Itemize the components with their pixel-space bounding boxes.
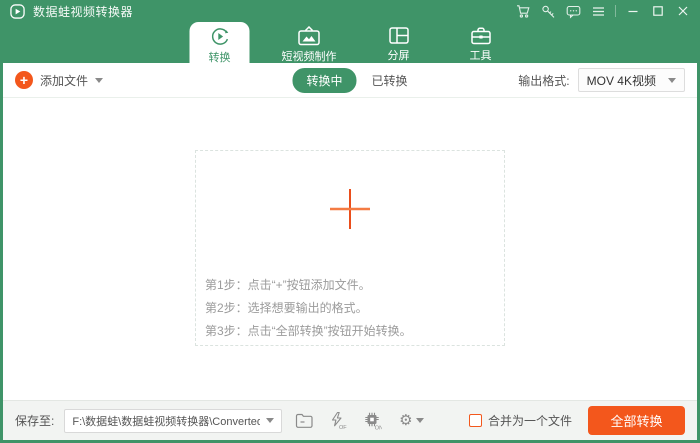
converted-tab[interactable]: 已转换	[372, 72, 408, 89]
titlebar: 数据蛙视频转换器	[3, 0, 697, 22]
toolbar: + 添加文件 转换中 已转换 输出格式: MOV 4K视频	[3, 63, 697, 98]
short-video-icon	[298, 26, 321, 46]
key-icon[interactable]	[540, 3, 556, 19]
cart-icon[interactable]	[515, 3, 531, 19]
settings-button[interactable]: ⚙	[394, 409, 428, 433]
gpu-state: ON	[375, 426, 382, 431]
file-dropzone[interactable]: 第1步：点击“+”按钮添加文件。 第2步：选择想要输出的格式。 第3步：点击“全…	[195, 150, 505, 346]
add-files-button[interactable]: + 添加文件	[15, 71, 103, 89]
save-path-caret-icon[interactable]	[266, 418, 274, 423]
output-format-select[interactable]: MOV 4K视频	[578, 68, 685, 92]
output-format-value: MOV 4K视频	[587, 72, 656, 89]
app-window: 数据蛙视频转换器	[0, 0, 700, 443]
feedback-icon[interactable]	[565, 3, 581, 19]
footer-bar: 保存至: OFF	[3, 400, 697, 440]
main-panel: 第1步：点击“+”按钮添加文件。 第2步：选择想要输出的格式。 第3步：点击“全…	[3, 98, 697, 400]
step-1: 第1步：点击“+”按钮添加文件。	[205, 278, 412, 292]
tab-convert[interactable]: 转换	[190, 22, 250, 63]
titlebar-divider	[615, 5, 616, 17]
convert-state-toggle: 转换中 已转换	[292, 68, 407, 93]
tab-short-video-label: 短视频制作	[282, 48, 337, 64]
close-button[interactable]	[675, 3, 691, 19]
add-files-label: 添加文件	[40, 72, 88, 89]
menu-icon[interactable]	[590, 3, 606, 19]
step-3: 第3步：点击“全部转换”按钮开始转换。	[205, 324, 412, 338]
add-files-plus-icon[interactable]	[327, 186, 373, 237]
minimize-button[interactable]	[625, 3, 641, 19]
gpu-toggle[interactable]: ON	[360, 409, 384, 433]
settings-caret-icon	[416, 418, 424, 423]
save-to-label: 保存至:	[15, 412, 54, 429]
tab-split-screen[interactable]: 分屏	[369, 22, 429, 63]
app-title: 数据蛙视频转换器	[33, 3, 133, 20]
maximize-button[interactable]	[650, 3, 666, 19]
convert-all-button[interactable]: 全部转换	[588, 406, 685, 435]
body-area: + 添加文件 转换中 已转换 输出格式: MOV 4K视频	[3, 63, 697, 440]
add-plus-icon: +	[15, 71, 33, 89]
output-format-label: 输出格式:	[518, 72, 569, 89]
high-speed-toggle[interactable]: OFF	[326, 409, 350, 433]
convert-icon	[209, 26, 230, 47]
merge-label[interactable]: 合并为一个文件	[488, 412, 572, 429]
settings-gear-icon: ⚙	[399, 413, 412, 428]
save-path-input[interactable]	[72, 415, 260, 427]
tab-bar: 转换 短视频制作	[3, 22, 697, 63]
converting-tab[interactable]: 转换中	[292, 68, 356, 93]
save-path-combo	[64, 409, 282, 433]
tab-tools[interactable]: 工具	[451, 22, 511, 63]
output-format-caret-icon	[668, 78, 676, 83]
high-speed-state: OFF	[339, 425, 347, 430]
tab-tools-label: 工具	[470, 47, 492, 63]
add-files-caret-icon[interactable]	[95, 78, 103, 83]
open-folder-button[interactable]	[292, 409, 316, 433]
split-screen-icon	[388, 26, 409, 45]
merge-option: 合并为一个文件	[469, 412, 572, 429]
merge-checkbox[interactable]	[469, 414, 482, 427]
tab-split-screen-label: 分屏	[388, 47, 410, 63]
output-format-group: 输出格式: MOV 4K视频	[518, 68, 685, 92]
tools-icon	[470, 26, 491, 45]
step-2: 第2步：选择想要输出的格式。	[205, 301, 412, 315]
instruction-steps: 第1步：点击“+”按钮添加文件。 第2步：选择想要输出的格式。 第3步：点击“全…	[205, 278, 412, 338]
tab-short-video[interactable]: 短视频制作	[272, 22, 347, 63]
app-logo-icon	[10, 4, 25, 19]
